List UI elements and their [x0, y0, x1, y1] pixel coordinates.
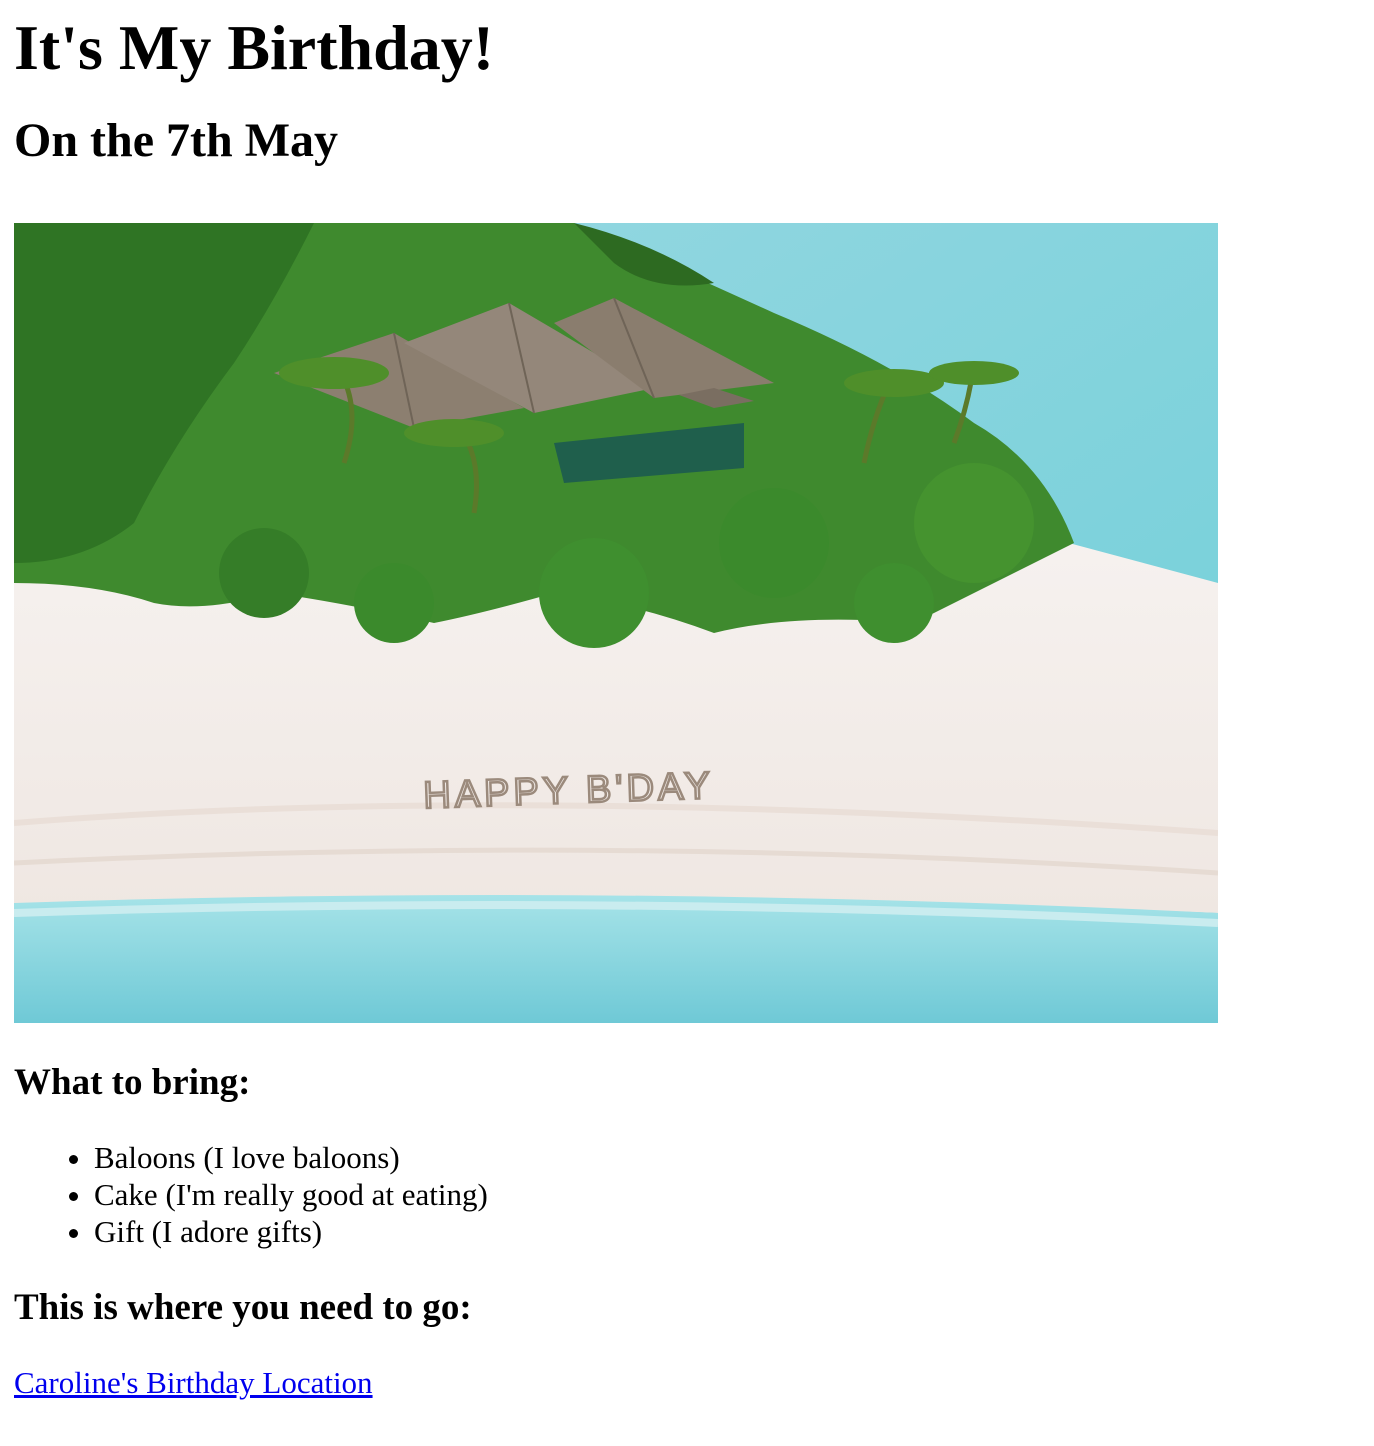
location-heading: This is where you need to go: — [14, 1287, 472, 1328]
page-title: It's My Birthday! — [14, 12, 494, 83]
location-link[interactable]: Caroline's Birthday Location — [14, 1364, 373, 1401]
bring-list: Baloons (I love baloons) Cake (I'm reall… — [14, 1139, 1374, 1250]
page-content: It's My Birthday! On the 7th May HAPPY B… — [0, 0, 1374, 1401]
list-item: Gift (I adore gifts) — [94, 1213, 1374, 1250]
beach-island-image: HAPPY B'DAY — [14, 223, 1218, 1023]
list-item: Baloons (I love baloons) — [94, 1139, 1374, 1176]
list-item: Cake (I'm really good at eating) — [94, 1176, 1374, 1213]
bring-heading: What to bring: — [14, 1062, 251, 1103]
page-subtitle: On the 7th May — [14, 114, 338, 167]
